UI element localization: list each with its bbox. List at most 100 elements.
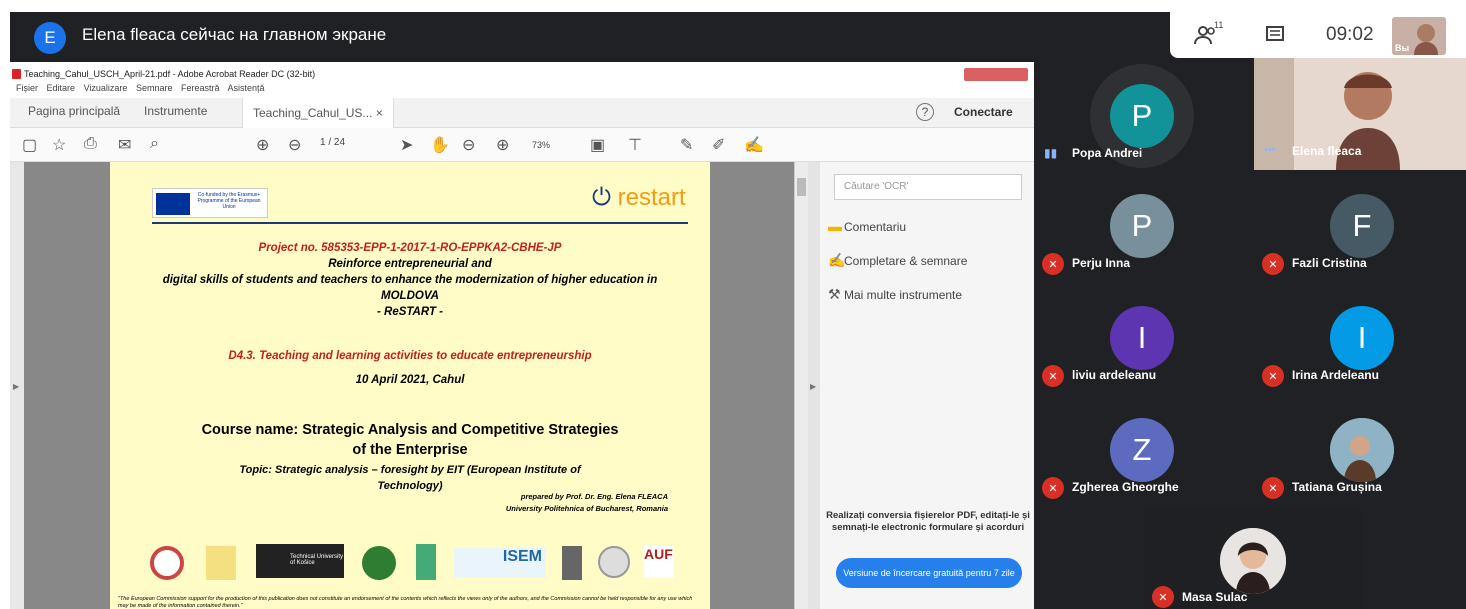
disclaimer: "The European Commission support for the… (118, 596, 693, 609)
ocr-search[interactable]: Căutare 'OCR' (834, 174, 1022, 200)
participant-name: Fazli Cristina (1292, 256, 1367, 270)
close-icon[interactable]: × (376, 106, 383, 120)
topic-line-2: Technology) (377, 480, 443, 492)
page-indicator[interactable]: 1 / 24 (320, 137, 345, 148)
shared-screen: Teaching_Cahul_USCH_April-21.pdf - Adobe… (10, 66, 1034, 609)
tab-home[interactable]: Pagina principală (28, 104, 120, 118)
topic-line-1: Topic: Strategic analysis – foresight by… (239, 464, 581, 476)
course-line-2: of the Enterprise (352, 442, 468, 458)
save-icon[interactable]: ▢ (22, 135, 37, 155)
print-icon[interactable]: ⎙ (84, 135, 97, 153)
zoom-select[interactable]: 73% (532, 140, 550, 150)
self-label: Вы (1395, 43, 1410, 53)
menu-window[interactable]: Fereastră (181, 83, 220, 93)
menu-help[interactable]: Asistență (228, 83, 265, 93)
title-line-4: - ReSTART - (376, 306, 444, 318)
menu-sign[interactable]: Semnare (136, 83, 173, 93)
menu-edit[interactable]: Editare (47, 83, 76, 93)
pen-icon[interactable]: ✐ (712, 135, 725, 155)
page-down-icon[interactable]: ⊖ (288, 135, 301, 155)
zoom-in-icon[interactable]: ⊕ (496, 135, 509, 155)
university: University Politehnica of Bucharest, Rom… (505, 504, 668, 513)
participant-grid: P ▮▮ Popa Andrei ••• Elena fleaca P ✕ Pe… (1034, 58, 1466, 609)
deliverable: D4.3. Teaching and learning activities t… (228, 350, 592, 362)
participant-avatar: F (1330, 194, 1394, 258)
partner-logos: Technical University of Košice ISEM AUF (150, 542, 674, 582)
participant-tile[interactable]: F ✕ Fazli Cristina (1254, 172, 1466, 284)
mic-muted-icon: ✕ (1262, 477, 1284, 499)
participant-name: Tatiana Grușina (1292, 480, 1382, 494)
page-current[interactable]: 1 (320, 137, 326, 148)
crest-icon (416, 544, 436, 580)
participant-name: Perju Inna (1072, 256, 1131, 270)
menu-view[interactable]: Vizualizare (84, 83, 128, 93)
tool-comment[interactable]: Comentariu (844, 220, 906, 234)
tu-kosice-logo: Technical University of Košice (256, 544, 344, 578)
participant-tile[interactable]: I ✕ Irina Ardeleanu (1254, 284, 1466, 396)
sign-icon[interactable]: ✍ (744, 135, 764, 155)
mic-muted-icon: ✕ (1042, 253, 1064, 275)
participant-tile[interactable]: P ▮▮ Popa Andrei (1034, 58, 1250, 170)
select-cursor-icon[interactable]: ➤ (400, 135, 413, 155)
menu-bar: Fișier Editare Vizualizare Semnare Ferea… (10, 83, 1034, 96)
restart-logo: ⏻ restart (592, 184, 686, 211)
tab-document[interactable]: Teaching_Cahul_US... × (242, 98, 394, 128)
reader-toolbar: ▢ ☆ ⎙ ✉ ⌕ ⊕ ⊖ 1 / 24 ➤ ✋ ⊖ ⊕ 73% ▣ ⊤ ✎ ✐… (10, 128, 1034, 162)
participant-count: 11 (1214, 20, 1224, 30)
tool-more[interactable]: Mai multe instrumente (844, 288, 962, 302)
comment-icon: ▬ (828, 218, 842, 234)
document-area: Co-funded by the Erasmus+ Programme of t… (24, 162, 794, 609)
participant-tile[interactable]: P ✕ Perju Inna (1034, 172, 1250, 284)
prepared-by: prepared by Prof. Dr. Eng. Elena FLEACA (520, 492, 668, 501)
mic-muted-icon: ✕ (1152, 586, 1174, 608)
mic-muted-icon: ✕ (1042, 365, 1064, 387)
hand-icon[interactable]: ✋ (430, 135, 450, 155)
comment-icon[interactable]: ✎ (680, 135, 693, 155)
connect-button[interactable]: Conectare (954, 105, 1013, 119)
participant-tile[interactable]: ✕ Tatiana Grușina (1254, 396, 1466, 508)
scroll-mode-icon[interactable]: ⊤ (628, 135, 642, 155)
star-icon[interactable]: ☆ (52, 135, 66, 155)
tool-fill-sign[interactable]: Completare & semnare (844, 254, 967, 268)
pane-collapse[interactable]: ▶ (808, 162, 820, 609)
participant-tile[interactable]: ••• Elena fleaca (1254, 58, 1466, 170)
left-collapse[interactable]: ▶ (10, 162, 24, 609)
participant-name: Elena fleaca (1292, 144, 1362, 158)
mic-muted-icon: ✕ (1262, 365, 1284, 387)
page-up-icon[interactable]: ⊕ (256, 135, 269, 155)
window-controls[interactable] (964, 68, 1028, 81)
zoom-out-icon[interactable]: ⊖ (462, 135, 475, 155)
presenter-avatar: E (34, 22, 66, 54)
fit-page-icon[interactable]: ▣ (590, 135, 605, 155)
more-options-icon[interactable]: ••• (1264, 144, 1276, 156)
tab-tools[interactable]: Instrumente (144, 104, 207, 118)
trial-button[interactable]: Versiune de încercare gratuită pentru 7 … (836, 558, 1022, 588)
title-line-2: digital skills of students and teachers … (162, 274, 658, 286)
participant-name: liviu ardeleanu (1072, 368, 1157, 382)
fill-sign-icon: ✍ (828, 252, 846, 268)
title-line-3: MOLDOVA (381, 290, 439, 302)
participant-tile[interactable]: ✕ Masa Sulac (1144, 508, 1364, 609)
reader-title: Teaching_Cahul_USCH_April-21.pdf - Adobe… (10, 66, 1034, 83)
participant-tile[interactable]: Z ✕ Zgherea Gheorghe (1034, 396, 1250, 508)
clock: 09:02 (1326, 24, 1374, 45)
chat-icon[interactable] (1264, 24, 1286, 51)
participant-avatar: P (1110, 194, 1174, 258)
help-icon[interactable]: ? (916, 103, 934, 121)
course-line-1: Course name: Strategic Analysis and Comp… (201, 422, 619, 438)
participant-avatar: I (1330, 306, 1394, 370)
scrollbar[interactable] (794, 162, 808, 609)
participant-tile[interactable]: I ✕ liviu ardeleanu (1034, 284, 1250, 396)
participant-name: Zgherea Gheorghe (1072, 480, 1179, 494)
acrobat-icon (12, 69, 21, 79)
tools-pane: ▶ Căutare 'OCR' ▬ Comentariu ✍ Completar… (794, 162, 1034, 609)
meet-window: E Elena fleaca сейчас на главном экране … (0, 0, 1466, 609)
eu-logo: Co-funded by the Erasmus+ Programme of t… (152, 188, 268, 218)
menu-file[interactable]: Fișier (16, 83, 38, 93)
crest-icon-2 (562, 546, 582, 580)
isem-logo: ISEM (454, 548, 546, 578)
search-icon[interactable]: ⌕ (150, 135, 159, 153)
participant-name: Irina Ardeleanu (1292, 368, 1379, 382)
auf-logo: AUF (644, 546, 674, 578)
email-icon[interactable]: ✉ (118, 135, 131, 155)
